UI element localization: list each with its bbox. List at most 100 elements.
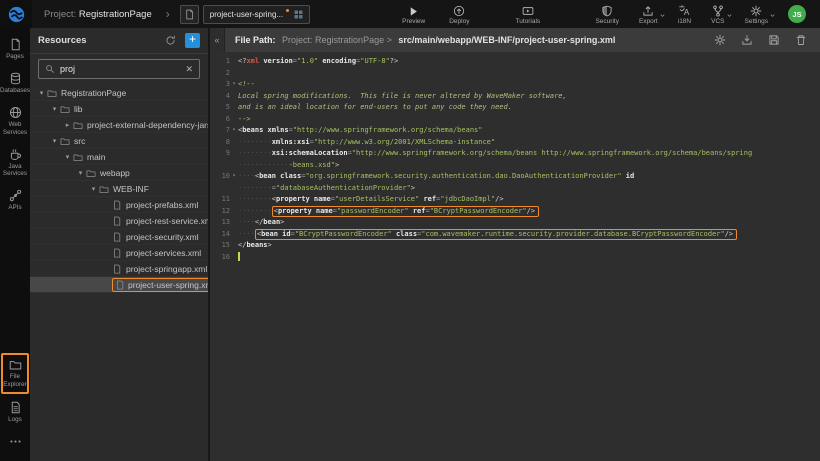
code-line: 10▾····<bean class="org.springframework.… bbox=[210, 171, 820, 183]
expand-arrow-icon[interactable]: ▾ bbox=[49, 105, 60, 113]
code-text: --> bbox=[238, 114, 251, 126]
translate-icon: A bbox=[678, 4, 691, 17]
video-icon bbox=[522, 4, 534, 17]
tree-item-label: project-rest-service.xml bbox=[126, 216, 208, 226]
download-icon[interactable] bbox=[741, 34, 753, 46]
deploy-button[interactable]: Deploy bbox=[449, 4, 469, 25]
file-path-label: File Path: bbox=[235, 35, 276, 45]
tree-item[interactable]: project-springapp.xml bbox=[30, 261, 208, 277]
tree-item[interactable]: project-user-spring.xml bbox=[30, 277, 208, 293]
fold-gutter bbox=[230, 114, 238, 126]
sidebar-item-label: FileExplorer bbox=[3, 373, 26, 387]
collapse-panel-button[interactable]: « bbox=[210, 28, 225, 52]
search-input[interactable] bbox=[60, 64, 180, 74]
tree-item[interactable]: ▾lib bbox=[30, 101, 208, 117]
code-text: ········xmlns:xsi="http://www.w3.org/200… bbox=[238, 137, 495, 149]
editor-settings-gear-icon[interactable] bbox=[714, 34, 726, 46]
project-name: RegistrationPage bbox=[79, 9, 152, 20]
code-line: 11········<property name="userDetailsSer… bbox=[210, 194, 820, 206]
sidebar-item-pages[interactable]: Pages bbox=[1, 34, 29, 65]
tree-item[interactable]: ▾RegistrationPage bbox=[30, 85, 208, 101]
tree-item[interactable]: project-security.xml bbox=[30, 229, 208, 245]
save-icon[interactable] bbox=[768, 34, 780, 46]
expand-arrow-icon[interactable]: ▾ bbox=[62, 153, 73, 161]
preview-button[interactable]: Preview bbox=[402, 4, 425, 25]
fold-gutter bbox=[230, 160, 238, 172]
tree-item-label: project-user-spring.xml bbox=[128, 280, 208, 290]
file-icon bbox=[112, 200, 122, 210]
line-number: 9 bbox=[210, 148, 230, 160]
file-icon bbox=[112, 264, 122, 274]
tree-item[interactable]: ▾main bbox=[30, 149, 208, 165]
expand-arrow-icon[interactable]: ▸ bbox=[62, 121, 73, 129]
code-line: 13····</bean> bbox=[210, 217, 820, 229]
editor-toolbar bbox=[714, 34, 820, 46]
add-resource-button[interactable]: + bbox=[185, 33, 200, 48]
code-editor[interactable]: 1<?xml version="1.0" encoding="UTF-8"?>2… bbox=[210, 52, 820, 461]
tree-item[interactable]: ▾src bbox=[30, 133, 208, 149]
code-line: ············-beans.xsd"> bbox=[210, 160, 820, 172]
tutorials-button[interactable]: Tutorials bbox=[515, 4, 540, 25]
tree-item-label: WEB-INF bbox=[113, 184, 149, 194]
code-line: 8········xmlns:xsi="http://www.w3.org/20… bbox=[210, 137, 820, 149]
editor-pane: « File Path: Project: RegistrationPage >… bbox=[210, 28, 820, 461]
folder-icon bbox=[9, 358, 22, 371]
tree-item[interactable]: project-rest-service.xml bbox=[30, 213, 208, 229]
tree-item-label: webapp bbox=[100, 168, 130, 178]
user-avatar[interactable]: JS bbox=[788, 5, 806, 23]
clear-search-icon[interactable]: ✕ bbox=[185, 64, 193, 75]
tree-item[interactable]: project-prefabs.xml bbox=[30, 197, 208, 213]
sidebar-item-apis[interactable]: APIs bbox=[1, 185, 29, 216]
tab-project-user-spring[interactable]: project-user-spring... bbox=[203, 5, 310, 24]
expand-arrow-icon[interactable]: ▾ bbox=[75, 169, 86, 177]
refresh-icon[interactable] bbox=[165, 35, 176, 46]
selected-file-highlight: project-user-spring.xml bbox=[112, 278, 208, 292]
file-path-context: Project: RegistrationPage > bbox=[282, 35, 392, 45]
tree-item-label: project-external-dependency-jars bbox=[87, 120, 208, 130]
line-number: 5 bbox=[210, 102, 230, 114]
wavemaker-logo[interactable] bbox=[0, 0, 32, 28]
deploy-label: Deploy bbox=[449, 18, 469, 25]
tree-item[interactable]: ▾ webapp bbox=[30, 165, 208, 181]
fold-gutter bbox=[230, 148, 238, 160]
vcs-button[interactable]: VCS bbox=[711, 4, 724, 25]
code-text: ········<property name="passwordEncoder"… bbox=[238, 206, 539, 218]
fold-gutter bbox=[230, 240, 238, 252]
sidebar-item-logs[interactable]: Logs bbox=[1, 397, 29, 428]
line-number: 6 bbox=[210, 114, 230, 126]
search-icon bbox=[45, 64, 55, 74]
sidebar-item-web-services[interactable]: WebServices bbox=[1, 102, 29, 140]
sidebar-item-more[interactable] bbox=[1, 431, 29, 453]
line-number: 13 bbox=[210, 217, 230, 229]
fold-arrow-icon[interactable]: ▾ bbox=[230, 171, 238, 183]
code-text: ············-beans.xsd"> bbox=[238, 160, 339, 172]
security-button[interactable]: Security bbox=[595, 4, 618, 25]
sidebar-bottom-group: FileExplorer Logs bbox=[1, 353, 29, 461]
fold-arrow-icon[interactable]: ▾ bbox=[230, 79, 238, 91]
tab-label: project-user-spring... bbox=[210, 10, 283, 19]
tree-item-label: project-services.xml bbox=[126, 248, 201, 258]
grid-icon[interactable] bbox=[294, 10, 303, 19]
expand-arrow-icon[interactable]: ▾ bbox=[36, 89, 47, 97]
sidebar-item-file-explorer[interactable]: FileExplorer bbox=[1, 353, 29, 393]
export-button[interactable]: Export bbox=[639, 4, 658, 25]
folder-icon bbox=[60, 104, 70, 114]
sidebar-item-java-services[interactable]: JavaServices bbox=[1, 144, 29, 182]
i18n-label: i18N bbox=[678, 18, 691, 25]
vcs-label: VCS bbox=[711, 18, 724, 25]
code-line: 6 --> bbox=[210, 114, 820, 126]
trash-icon[interactable] bbox=[795, 34, 807, 46]
i18n-button[interactable]: A i18N bbox=[678, 4, 691, 25]
code-text bbox=[238, 252, 240, 264]
resources-title: Resources bbox=[38, 35, 165, 46]
expand-arrow-icon[interactable]: ▾ bbox=[49, 137, 60, 145]
tree-item[interactable]: project-services.xml bbox=[30, 245, 208, 261]
preview-label: Preview bbox=[402, 18, 425, 25]
expand-arrow-icon[interactable]: ▾ bbox=[88, 185, 99, 193]
sidebar-item-databases[interactable]: Databases bbox=[1, 68, 29, 99]
modified-dot-icon bbox=[286, 9, 289, 12]
settings-button[interactable]: Settings bbox=[745, 4, 769, 25]
tree-item[interactable]: ▾ WEB-INF bbox=[30, 181, 208, 197]
fold-arrow-icon[interactable]: ▾ bbox=[230, 125, 238, 137]
tree-item[interactable]: ▸ project-external-dependency-jars bbox=[30, 117, 208, 133]
